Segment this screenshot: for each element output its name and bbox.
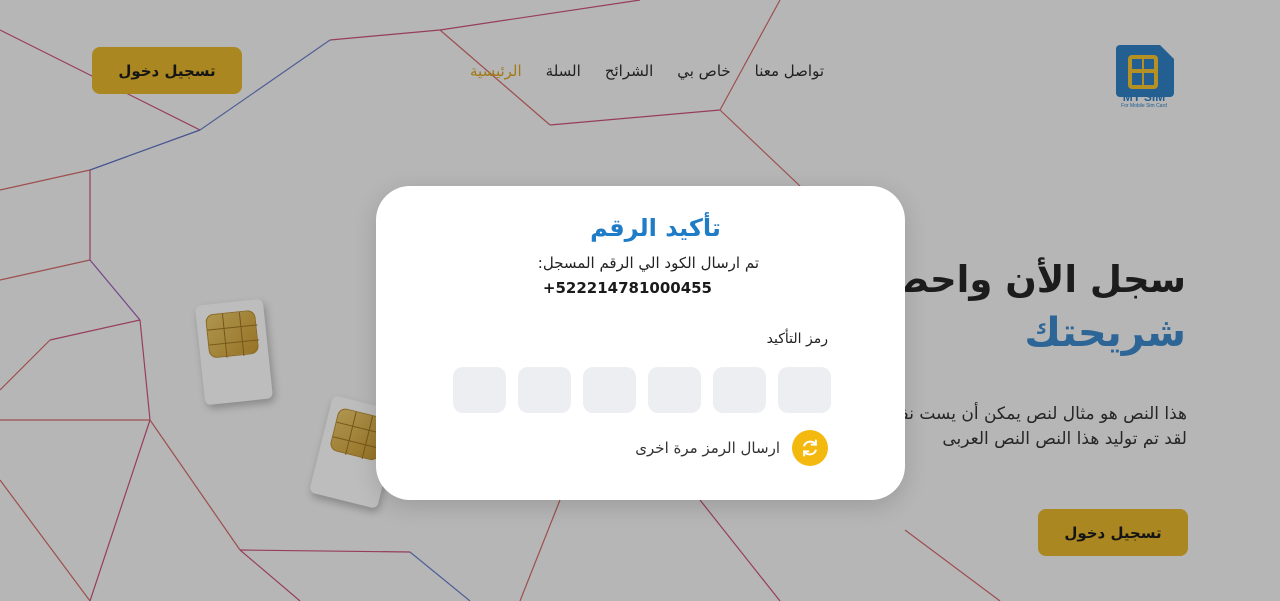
code-input-group bbox=[453, 367, 831, 413]
registered-phone-number: +522214781000455 bbox=[542, 279, 712, 297]
code-digit-2[interactable] bbox=[713, 367, 766, 413]
page: MY SIM For Mobile Sim Card الرئيسية السل… bbox=[0, 0, 1280, 601]
code-digit-4[interactable] bbox=[583, 367, 636, 413]
code-label: رمز التأكيد bbox=[766, 331, 828, 347]
code-digit-1[interactable] bbox=[778, 367, 831, 413]
resend-label: ارسال الرمز مرة اخرى bbox=[635, 439, 780, 457]
code-digit-3[interactable] bbox=[648, 367, 701, 413]
refresh-icon[interactable] bbox=[792, 430, 828, 466]
modal-title: تأكيد الرقم bbox=[590, 214, 721, 242]
resend-code-button[interactable]: ارسال الرمز مرة اخرى bbox=[635, 430, 828, 466]
code-digit-6[interactable] bbox=[453, 367, 506, 413]
verify-number-modal: تأكيد الرقم تم ارسال الكود الي الرقم الم… bbox=[376, 186, 905, 500]
code-digit-5[interactable] bbox=[518, 367, 571, 413]
modal-description: تم ارسال الكود الي الرقم المسجل: bbox=[537, 254, 759, 272]
